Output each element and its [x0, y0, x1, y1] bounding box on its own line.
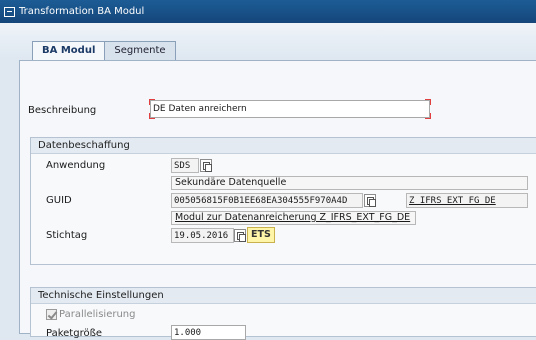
main-frame: BA Modul Segmente Beschreibung DE Daten …	[0, 23, 536, 340]
copy-icon[interactable]	[200, 159, 212, 172]
datenbeschaffung-title: Datenbeschaffung	[31, 138, 536, 154]
paketgroesse-field[interactable]: 1.000	[171, 325, 246, 340]
technische-title: Technische Einstellungen	[31, 288, 536, 304]
required-marker	[149, 113, 155, 119]
anwendung-description: Sekundäre Datenquelle	[171, 176, 528, 190]
anwendung-field[interactable]: SDS	[171, 158, 199, 173]
anwendung-label: Anwendung	[46, 160, 106, 171]
title-bar: Transformation BA Modul	[0, 0, 536, 23]
copy-icon[interactable]	[234, 229, 246, 242]
technische-group: Technische Einstellungen Parallelisierun…	[30, 287, 536, 340]
beschreibung-label: Beschreibung	[28, 105, 97, 116]
window-title: Transformation BA Modul	[19, 6, 145, 17]
guid-description: Modul zur Datenanreicherung Z_IFRS_EXT_F…	[171, 211, 416, 225]
required-marker	[149, 99, 155, 105]
stichtag-label: Stichtag	[46, 230, 88, 241]
required-marker	[425, 113, 431, 119]
tab-segmente[interactable]: Segmente	[104, 41, 176, 60]
ets-badge[interactable]: ETS	[247, 227, 275, 243]
beschreibung-field[interactable]: DE Daten anreichern	[150, 100, 430, 118]
stichtag-field[interactable]: 19.05.2016	[171, 228, 234, 243]
window-icon	[4, 6, 15, 17]
copy-icon[interactable]	[364, 194, 376, 207]
tab-page: Beschreibung DE Daten anreichern Datenbe…	[19, 60, 536, 340]
guid-label: GUID	[46, 195, 72, 206]
required-marker	[425, 99, 431, 105]
class-field[interactable]: Z_IFRS_EXT_FG_DE	[406, 193, 528, 208]
guid-field[interactable]: 005056815F0B1EE68EA304555F970A4D	[171, 193, 363, 208]
tab-strip: BA Modul Segmente	[32, 41, 176, 61]
parallelisierung-label: Parallelisierung	[59, 309, 136, 320]
tab-ba-modul[interactable]: BA Modul	[32, 41, 106, 61]
datenbeschaffung-group: Datenbeschaffung Anwendung SDS Sekundäre…	[30, 137, 536, 265]
check-icon[interactable]	[46, 309, 57, 320]
